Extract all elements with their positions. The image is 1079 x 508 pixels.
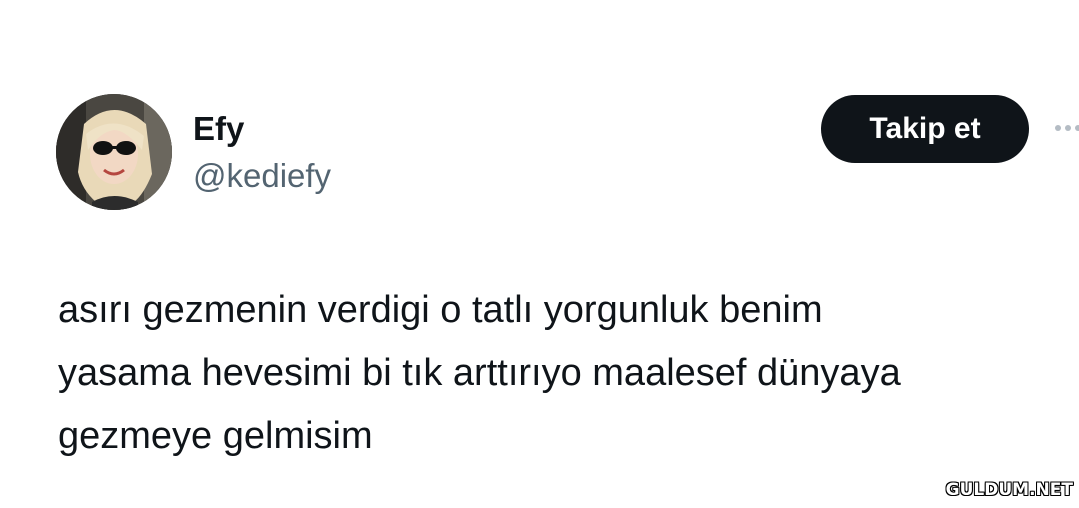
watermark: GULDUM.NET bbox=[945, 480, 1073, 500]
profile-photo bbox=[56, 94, 172, 210]
display-name[interactable]: Efy bbox=[193, 109, 244, 149]
avatar[interactable] bbox=[56, 94, 172, 210]
tweet-text: asırı gezmenin verdigi o tatlı yorgunluk… bbox=[58, 289, 901, 457]
user-handle[interactable]: @kediefy bbox=[193, 156, 331, 196]
more-dots-icon[interactable] bbox=[1053, 119, 1079, 137]
follow-button[interactable]: Takip et bbox=[821, 95, 1029, 163]
